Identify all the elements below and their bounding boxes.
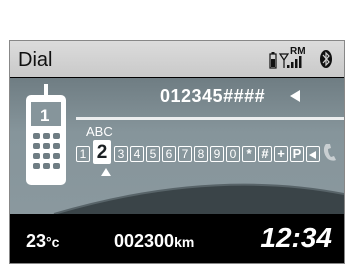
key-3[interactable]: 3 xyxy=(114,146,128,162)
odometer-value: 002300 xyxy=(114,231,175,251)
phone-speed-label: 1 xyxy=(40,106,49,125)
roam-label: RM xyxy=(290,46,306,57)
divider xyxy=(76,117,344,120)
key-0[interactable]: 0 xyxy=(226,146,240,162)
odometer-readout: 002300km xyxy=(114,231,194,252)
odometer-unit: km xyxy=(174,234,195,250)
key-2-selected[interactable]: 2 xyxy=(93,140,111,164)
key-5[interactable]: 5 xyxy=(146,146,160,162)
bluetooth-icon xyxy=(320,50,332,68)
status-icons-svg: RM xyxy=(269,46,332,69)
bottom-bar: 23°c 002300km 12:34 xyxy=(10,217,344,263)
dial-arc xyxy=(53,183,344,214)
temperature-readout: 23°c xyxy=(26,231,59,252)
backspace-icon[interactable] xyxy=(290,90,300,102)
page-title: Dial xyxy=(18,49,53,71)
key-7[interactable]: 7 xyxy=(178,146,192,162)
key-9[interactable]: 9 xyxy=(210,146,224,162)
selected-group-label: ABC xyxy=(86,124,113,139)
key-plus[interactable]: + xyxy=(274,146,288,162)
call-icon[interactable] xyxy=(322,142,340,162)
status-icons: RM xyxy=(268,44,338,74)
temperature-unit: °c xyxy=(46,234,60,250)
key-hash[interactable]: # xyxy=(258,146,272,162)
temperature-value: 23 xyxy=(26,231,47,251)
display-frame: Dial RM 1 012345#### ABC 1 2 3 4 5 6 7 8… xyxy=(9,40,345,264)
key-star[interactable]: * xyxy=(242,146,256,162)
dial-screen: Dial RM 1 012345#### ABC 1 2 3 4 5 6 7 8… xyxy=(10,41,344,263)
header-bar: Dial RM xyxy=(10,41,344,77)
key-1[interactable]: 1 xyxy=(76,146,90,162)
key-8[interactable]: 8 xyxy=(194,146,208,162)
key-pause[interactable]: P xyxy=(290,146,304,162)
dial-panel: 1 012345#### ABC 1 2 3 4 5 6 7 8 9 0 * #… xyxy=(10,78,344,214)
key-4[interactable]: 4 xyxy=(130,146,144,162)
battery-icon xyxy=(269,52,277,69)
key-backspace[interactable] xyxy=(306,146,320,162)
clock: 12:34 xyxy=(260,222,332,253)
dialed-number: 012345#### xyxy=(160,86,266,106)
key-6[interactable]: 6 xyxy=(162,146,176,162)
